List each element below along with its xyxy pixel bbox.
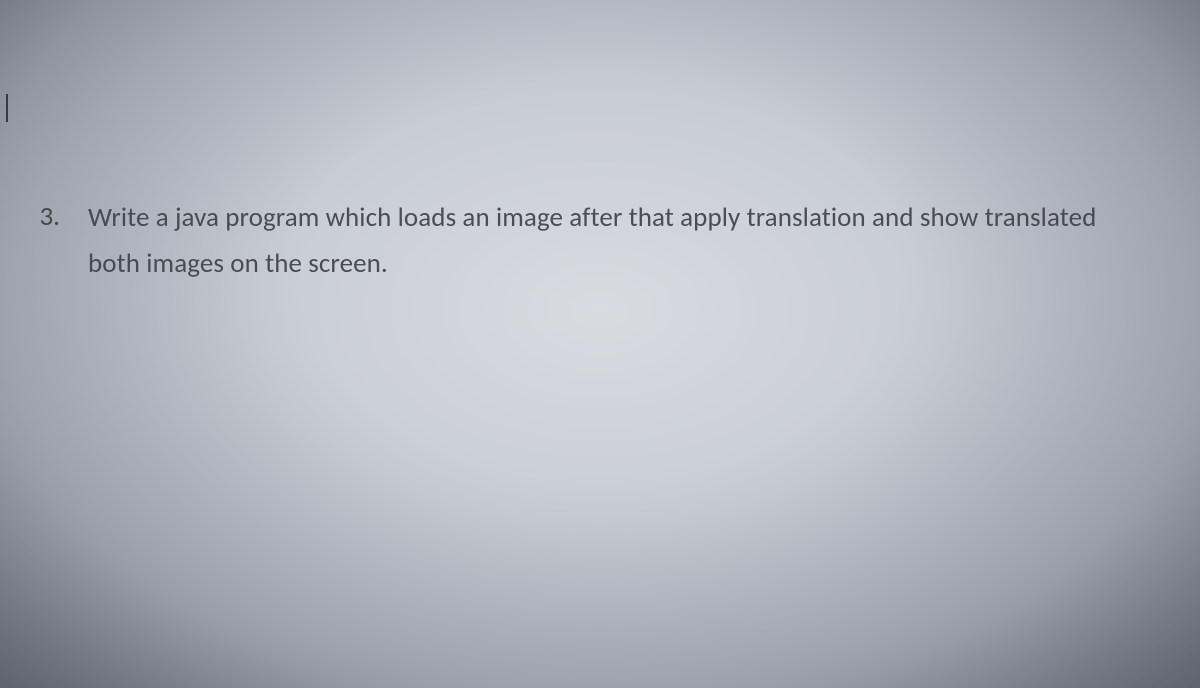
question-number: 3. xyxy=(34,195,60,238)
document-page: 3. Write a java program which loads an i… xyxy=(0,0,1200,688)
question-item: 3. Write a java program which loads an i… xyxy=(34,195,1130,288)
question-text: Write a java program which loads an imag… xyxy=(88,195,1130,288)
